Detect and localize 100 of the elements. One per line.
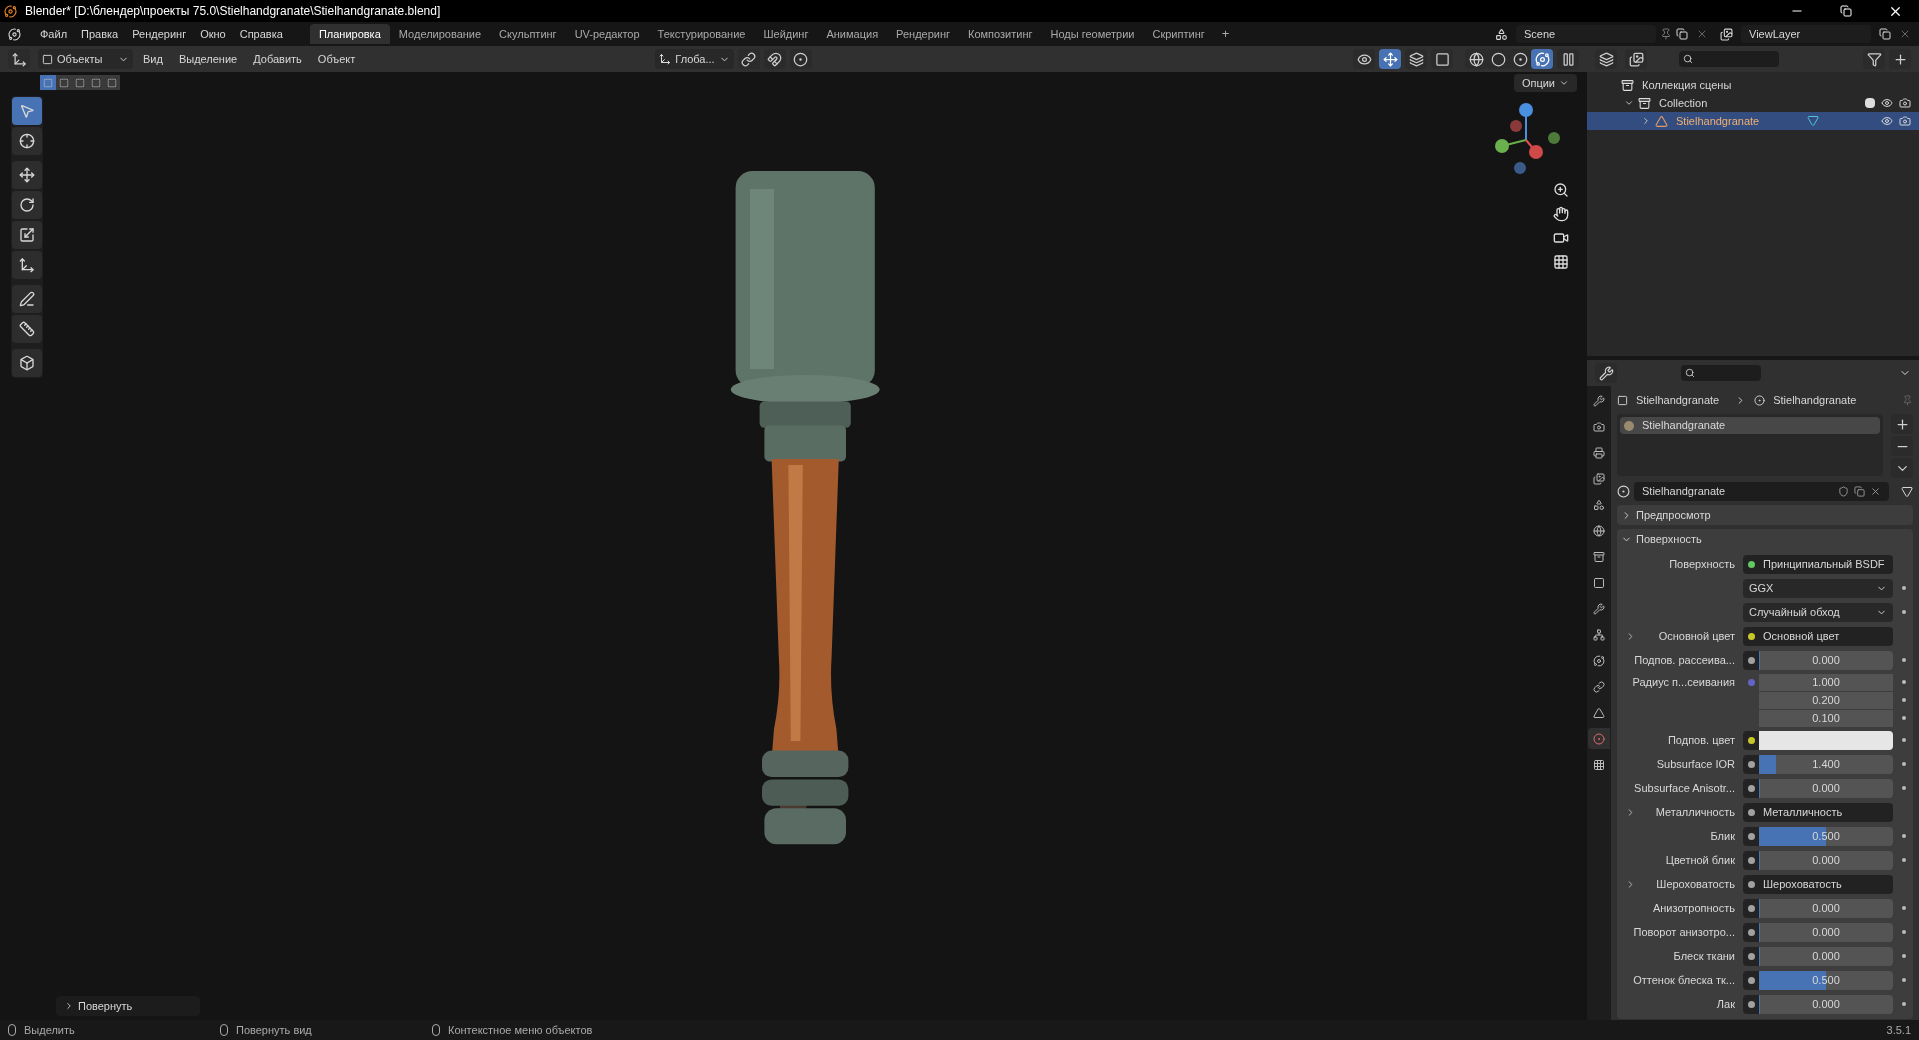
outliner-row[interactable]: Коллекция сцены xyxy=(1587,76,1919,94)
menu-item[interactable]: Объект xyxy=(311,50,362,68)
workspace-tab[interactable]: Моделирование xyxy=(389,24,491,44)
xray-icon[interactable] xyxy=(1431,49,1453,69)
number-field[interactable]: 1.400 xyxy=(1759,754,1893,774)
menu-item[interactable]: Справка xyxy=(232,25,290,43)
number-field[interactable]: 0.000 xyxy=(1759,994,1893,1014)
workspace-tab[interactable]: Анимация xyxy=(817,24,888,44)
orientation-dropdown[interactable]: Глоба... xyxy=(655,49,734,69)
search-field[interactable] xyxy=(1681,365,1761,381)
number-field[interactable]: 0.000 xyxy=(1759,778,1893,798)
menu-item[interactable]: Выделение xyxy=(172,50,244,68)
workspace-tab[interactable]: Планировка xyxy=(309,24,390,44)
number-field[interactable]: 0.000 xyxy=(1759,922,1893,942)
number-field[interactable]: 0.000 xyxy=(1759,898,1893,918)
dropdown-field[interactable]: Случайный обход xyxy=(1743,602,1893,622)
number-field[interactable]: 0.000 xyxy=(1759,650,1893,670)
pan-hand-icon[interactable] xyxy=(1553,206,1569,222)
workspace-tab[interactable]: Шейдинг xyxy=(754,24,818,44)
scale-icon[interactable] xyxy=(12,221,42,249)
eye-icon[interactable] xyxy=(1881,115,1893,127)
camera-icon[interactable] xyxy=(1899,97,1911,109)
menu-item[interactable]: Добавить xyxy=(247,50,308,68)
mode-dropdown[interactable]: Объекты xyxy=(38,49,133,69)
search-field[interactable] xyxy=(1679,51,1779,67)
workspace-tab[interactable]: Скриптинг xyxy=(1143,24,1214,44)
selection-mode-icon[interactable] xyxy=(104,75,120,90)
new-layer-icon[interactable] xyxy=(1879,28,1891,40)
view-layer-icon[interactable] xyxy=(1720,27,1733,41)
workspace-tab[interactable]: UV-редактор xyxy=(565,24,649,44)
dropdown-field[interactable]: GGX xyxy=(1743,578,1893,598)
material-shading-icon[interactable] xyxy=(1509,49,1531,69)
snap-icon[interactable] xyxy=(763,49,786,69)
material-icon[interactable] xyxy=(1588,728,1610,749)
workspace-tab[interactable]: Композитинг xyxy=(959,24,1042,44)
eye-icon[interactable] xyxy=(1881,97,1893,109)
new-collection-icon[interactable] xyxy=(1889,49,1911,69)
menu-item[interactable]: Рендеринг xyxy=(125,25,194,43)
zoom-icon[interactable] xyxy=(1553,182,1569,198)
socket-link-field[interactable]: Принципиальный BSDF xyxy=(1743,554,1893,574)
scene-icon[interactable] xyxy=(1495,27,1508,41)
material-name-field[interactable]: Stielhandgranate xyxy=(1634,482,1889,501)
wireframe-shading-icon[interactable] xyxy=(1465,49,1487,69)
selection-mode-icon[interactable] xyxy=(56,75,72,90)
camera-view-icon[interactable] xyxy=(1553,230,1569,246)
number-field[interactable]: 0.200 xyxy=(1759,691,1893,709)
socket-link-field[interactable]: Основной цвет xyxy=(1743,626,1893,646)
duplicate-icon[interactable] xyxy=(1854,486,1865,497)
panel-header[interactable]: Предпросмотр xyxy=(1617,505,1913,525)
transform-icon[interactable] xyxy=(12,251,42,279)
workspace-tab[interactable]: Ноды геометрии xyxy=(1041,24,1144,44)
overlays-icon[interactable] xyxy=(1405,49,1427,69)
ruler-icon[interactable] xyxy=(12,315,42,343)
menu-item[interactable]: Правка xyxy=(74,25,126,43)
restore-icon[interactable] xyxy=(1840,5,1852,17)
add-workspace-button[interactable]: + xyxy=(1213,24,1238,44)
annotate-icon[interactable] xyxy=(12,285,42,313)
workspace-tab[interactable]: Текстурирование xyxy=(648,24,755,44)
number-field[interactable]: 0.500 xyxy=(1759,826,1893,846)
number-field[interactable]: 0.000 xyxy=(1759,946,1893,966)
number-field[interactable]: 0.100 xyxy=(1759,709,1893,727)
view-layer-field[interactable]: ViewLayer xyxy=(1741,25,1871,43)
rendered-shading-icon[interactable] xyxy=(1531,49,1553,69)
add-cube-icon[interactable] xyxy=(12,349,42,377)
pause-icon[interactable] xyxy=(1557,49,1579,69)
unlink-icon[interactable] xyxy=(1870,486,1881,497)
menu-item[interactable]: Вид xyxy=(137,50,169,68)
display-mode-icon[interactable] xyxy=(1625,49,1647,69)
move-icon[interactable] xyxy=(12,161,42,189)
remove-slot-icon[interactable] xyxy=(1891,436,1913,456)
socket-link-field[interactable]: Шероховатость xyxy=(1743,874,1893,894)
menu-item[interactable]: Окно xyxy=(193,25,233,43)
slot-menu-icon[interactable] xyxy=(1891,458,1913,478)
cursor-icon[interactable] xyxy=(12,127,42,155)
outliner-row[interactable]: Stielhandgranate xyxy=(1587,112,1919,130)
new-scene-icon[interactable] xyxy=(1676,28,1688,40)
menu-item[interactable]: Файл xyxy=(33,25,75,43)
pin-icon[interactable] xyxy=(1660,28,1672,40)
outliner-row[interactable]: Collection xyxy=(1587,94,1919,112)
number-field[interactable]: 1.000 xyxy=(1759,673,1893,691)
panel-header[interactable]: Поверхность xyxy=(1617,529,1913,549)
color-swatch[interactable] xyxy=(1759,730,1893,750)
proportional-edit-icon[interactable] xyxy=(789,49,812,69)
fake-user-icon[interactable] xyxy=(1838,486,1849,497)
exclude-checkbox[interactable] xyxy=(1865,98,1875,108)
add-slot-icon[interactable] xyxy=(1891,414,1913,434)
select-box-icon[interactable] xyxy=(12,97,42,125)
remove-icon[interactable] xyxy=(1696,28,1708,40)
rotate-icon[interactable] xyxy=(12,191,42,219)
filter-icon[interactable] xyxy=(1863,49,1885,69)
gizmo-toggle-icon[interactable] xyxy=(1379,49,1401,69)
material-slot[interactable]: Stielhandgranate xyxy=(1620,417,1880,434)
remove-icon[interactable] xyxy=(1899,28,1911,40)
number-field[interactable]: 0.500 xyxy=(1759,970,1893,990)
scene-field[interactable]: Scene xyxy=(1516,25,1656,43)
workspace-tab[interactable]: Рендеринг xyxy=(887,24,960,44)
options-dropdown[interactable]: Опции xyxy=(1513,74,1577,92)
camera-icon[interactable] xyxy=(1899,115,1911,127)
socket-link-field[interactable]: Металличность xyxy=(1743,802,1893,822)
workspace-tab[interactable]: Скульптинг xyxy=(490,24,566,44)
